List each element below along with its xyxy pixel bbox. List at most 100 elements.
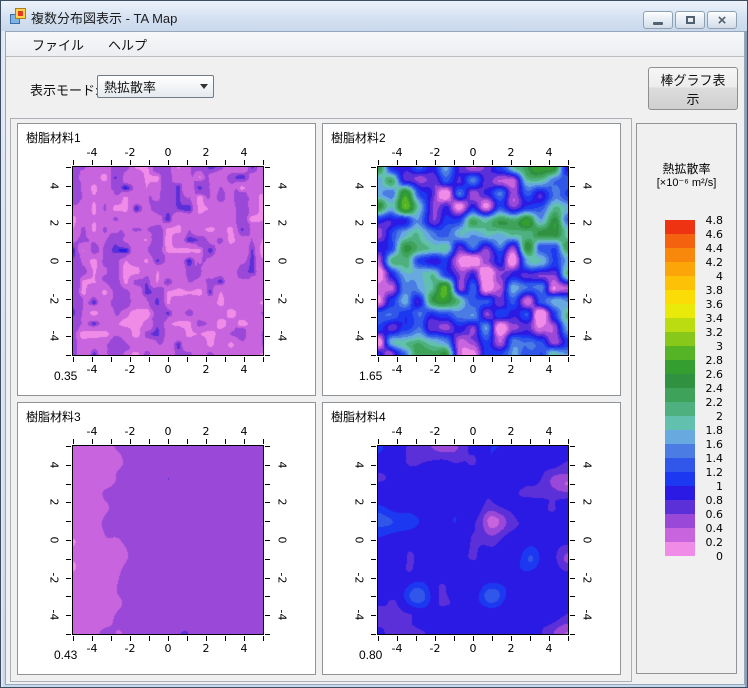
- axis-tick: [265, 502, 270, 503]
- x-tick-label: 4: [545, 363, 553, 376]
- axis-tick: [570, 615, 575, 616]
- y-tick-label: -2: [352, 293, 366, 305]
- combobox-dropdown-arrow[interactable]: [195, 84, 213, 89]
- x-tick-label: 2: [202, 146, 210, 159]
- axis-tick: [225, 357, 226, 362]
- colorbar-tick-label: 4: [716, 270, 723, 283]
- axis-tick: [66, 223, 71, 224]
- axis-tick: [73, 357, 74, 362]
- axis-tick: [454, 160, 455, 165]
- axis-tick: [66, 521, 71, 522]
- colorbar-tick-label: 2: [716, 410, 723, 423]
- axis-tick: [568, 357, 569, 362]
- x-tick-label: 0: [469, 642, 477, 655]
- colorbar-swatch: [665, 346, 695, 360]
- axis-tick: [265, 596, 270, 597]
- colorbar-swatch: [665, 262, 695, 276]
- y-tick-label: 0: [275, 536, 289, 544]
- y-tick-label: -4: [352, 609, 366, 621]
- heatmap-canvas-3: [73, 446, 263, 634]
- toolbar: 表示モード: 熱拡散率 棒グラフ表示: [6, 58, 744, 118]
- axis-tick: [570, 336, 575, 337]
- axis-tick: [111, 439, 112, 444]
- x-tick-label: 0: [164, 363, 172, 376]
- axis-tick: [263, 357, 264, 362]
- axis-tick: [371, 578, 376, 579]
- colorbar-tick-label: 1.2: [705, 466, 724, 479]
- axis-tick: [66, 167, 71, 168]
- colorbar-tick-label: 2.8: [705, 354, 724, 367]
- colorbar-swatch: [665, 472, 695, 486]
- x-tick-label: 4: [240, 363, 248, 376]
- x-tick-label: -4: [86, 425, 98, 438]
- x-tick-label: 4: [545, 146, 553, 159]
- maximize-button[interactable]: [675, 11, 705, 29]
- axis-tick: [66, 615, 71, 616]
- axis-tick: [66, 299, 71, 300]
- menu-item-file[interactable]: ファイル: [20, 32, 96, 57]
- colorbar-tick-label: 0: [716, 550, 723, 563]
- axis-tick: [265, 186, 270, 187]
- colorbar-tick-label: 2.4: [705, 382, 724, 395]
- display-mode-combobox[interactable]: 熱拡散率: [97, 75, 214, 98]
- y-tick-label: -4: [47, 330, 61, 342]
- axis-tick: [454, 636, 455, 641]
- y-tick-label: -2: [47, 293, 61, 305]
- x-tick-label: -4: [86, 363, 98, 376]
- axis-tick: [416, 439, 417, 444]
- app-window: 複数分布図表示 - TA Map × ファイル ヘルプ 表示モード: 熱拡散率 …: [0, 0, 748, 688]
- close-button[interactable]: ×: [707, 11, 737, 29]
- x-tick-label: 0: [164, 642, 172, 655]
- axis-tick: [473, 357, 474, 362]
- axis-tick: [265, 634, 270, 635]
- x-tick-label: -2: [124, 146, 136, 159]
- y-tick-label: -4: [580, 330, 594, 342]
- axis-tick: [265, 559, 270, 560]
- x-tick-label: -2: [429, 363, 441, 376]
- axis-tick: [570, 317, 575, 318]
- axis-tick: [570, 223, 575, 224]
- axis-tick: [371, 205, 376, 206]
- x-tick-label: -2: [124, 425, 136, 438]
- axis-tick: [66, 336, 71, 337]
- colorbar-tick-label: 0.4: [705, 522, 724, 535]
- axis-tick: [570, 261, 575, 262]
- x-tick-label: 2: [507, 425, 515, 438]
- axis-tick: [371, 355, 376, 356]
- y-tick-label: -2: [275, 293, 289, 305]
- menubar: ファイル ヘルプ: [6, 32, 744, 57]
- axis-tick: [371, 634, 376, 635]
- axis-tick: [263, 439, 264, 444]
- axis-tick: [473, 160, 474, 165]
- axis-tick: [265, 578, 270, 579]
- colorbar-tick-label: 3.6: [705, 298, 724, 311]
- axis-tick: [416, 160, 417, 165]
- y-tick-label: 4: [580, 461, 594, 469]
- axis-tick: [530, 357, 531, 362]
- x-tick-label: -4: [391, 363, 403, 376]
- colorbar-swatch: [665, 374, 695, 388]
- close-icon: ×: [717, 11, 727, 29]
- plot-area-4: -4 -4 4 4 -2 -2 2 2 0 0 0 0 2 2 -2 -2 4 4 -4 -4: [353, 425, 594, 655]
- y-tick-label: 4: [275, 461, 289, 469]
- display-mode-label: 表示モード:: [30, 83, 99, 98]
- menu-item-help[interactable]: ヘルプ: [96, 32, 159, 57]
- axis-tick: [265, 261, 270, 262]
- colorbar-swatch: [665, 514, 695, 528]
- axis-tick: [570, 578, 575, 579]
- axis-tick: [371, 299, 376, 300]
- axis-tick: [435, 357, 436, 362]
- axis-tick: [530, 439, 531, 444]
- minimize-button[interactable]: [643, 11, 673, 29]
- axis-tick: [265, 355, 270, 356]
- colorbar-tick-label: 3.8: [705, 284, 724, 297]
- axis-tick: [206, 439, 207, 444]
- y-tick-label: 0: [47, 257, 61, 265]
- axis-tick: [66, 596, 71, 597]
- bar-graph-button[interactable]: 棒グラフ表示: [648, 67, 738, 110]
- axis-tick: [66, 355, 71, 356]
- y-tick-label: -2: [47, 572, 61, 584]
- colorbar-swatch: [665, 458, 695, 472]
- minimize-icon: [653, 22, 663, 25]
- y-tick-label: 2: [352, 219, 366, 227]
